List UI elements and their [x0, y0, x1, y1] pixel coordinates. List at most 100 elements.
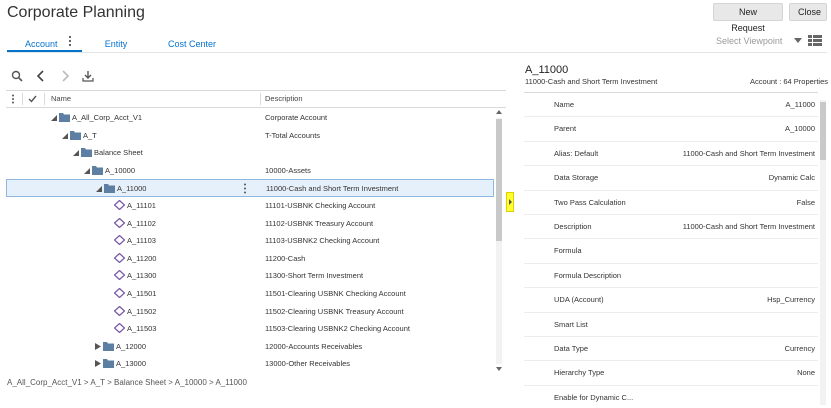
new-request-button[interactable]: New Request [713, 3, 783, 33]
property-row[interactable]: Description 11000-Cash and Short Term Inv… [524, 215, 818, 240]
property-name: Formula [554, 246, 582, 256]
row-description: 11101-USBNK Checking Account [265, 201, 376, 210]
tree-row[interactable]: A_11101 11101-USBNK Checking Account [6, 197, 494, 215]
expanded-triangle-icon[interactable] [96, 185, 102, 193]
tree-row[interactable]: A_11300 11300-Short Term Investment [6, 267, 494, 285]
column-header-name[interactable]: Name [51, 91, 71, 107]
tab-account[interactable]: Account [7, 30, 82, 52]
member-diamond-icon [114, 323, 125, 334]
property-row[interactable]: Hierarchy Type None [524, 361, 818, 386]
row-description: Corporate Account [265, 113, 328, 122]
property-name: Description [554, 222, 592, 231]
tree-row[interactable]: A_All_Corp_Acct_V1 Corporate Account [6, 109, 494, 127]
properties-scrollbar[interactable] [819, 100, 827, 405]
properties-list: Name A_11000 Parent A_10000 Alias: Default 11… [524, 92, 818, 408]
tree-row[interactable]: A_12000 12000-Accounts Receivables [6, 338, 494, 356]
collapsed-triangle-icon[interactable] [95, 342, 101, 350]
property-value: Currency [784, 344, 815, 353]
row-name: A_11103 [127, 236, 156, 246]
expanded-triangle-icon[interactable] [84, 167, 90, 174]
tree-row[interactable]: A_11103 11103-USBNK2 Checking Account [6, 232, 494, 250]
folder-icon [70, 130, 81, 140]
caret-down-icon[interactable] [794, 38, 802, 44]
tree-row[interactable]: A_11102 11102-USBNK Treasury Account [6, 215, 494, 233]
scroll-up-icon[interactable] [496, 109, 502, 115]
property-row[interactable]: Enable for Dynamic C... [524, 386, 818, 408]
row-description: 10000-Assets [265, 165, 311, 175]
checkmark-icon[interactable] [28, 95, 37, 103]
tree-row[interactable]: A_11200 11200-Cash [6, 250, 494, 268]
tree-row[interactable]: Balance Sheet [6, 144, 494, 162]
column-separator [44, 93, 45, 105]
property-name: Smart List [554, 319, 588, 329]
member-diamond-icon [114, 235, 125, 246]
scrollbar-thumb[interactable] [820, 102, 826, 160]
property-value: 11000-Cash and Short Term Investment [682, 222, 815, 231]
tabs-divider [7, 52, 827, 53]
chevron-left-icon[interactable] [35, 70, 47, 82]
expanded-triangle-icon[interactable] [73, 149, 79, 157]
column-separator [22, 93, 23, 105]
property-row[interactable]: Formula Description [524, 264, 818, 289]
property-row[interactable]: Name A_11000 [524, 93, 818, 118]
folder-icon [103, 341, 114, 351]
property-name: Two Pass Calculation [554, 197, 626, 207]
expanded-triangle-icon[interactable] [51, 114, 57, 121]
row-description: 11502-Clearing USBNK Treasury Account [265, 306, 404, 316]
folder-icon [59, 113, 70, 122]
close-button[interactable]: Close [789, 3, 827, 21]
expanded-triangle-icon[interactable] [62, 132, 68, 139]
row-name: A_11101 [127, 201, 156, 210]
breadcrumb: A_All_Corp_Acct_V1 > A_T > Balance Sheet… [7, 378, 247, 387]
scroll-down-icon[interactable] [496, 366, 502, 372]
property-value: A_11000 [785, 100, 815, 109]
kebab-menu-icon[interactable] [67, 35, 73, 47]
row-name: A_11300 [127, 271, 157, 281]
row-name: A_11102 [127, 218, 156, 228]
tree-row[interactable]: A_11501 11501-Clearing USBNK Checking Acc… [6, 285, 494, 303]
property-row[interactable]: Smart List [524, 313, 818, 337]
panel-splitter[interactable] [506, 192, 514, 212]
property-name: Name [554, 100, 575, 109]
tree-row[interactable]: A_T T-Total Accounts [6, 127, 494, 145]
property-name: Parent [554, 124, 577, 134]
tree-row[interactable]: A_13000 13000-Other Receivables [6, 355, 494, 373]
tree-row[interactable]: A_10000 10000-Assets [6, 162, 494, 180]
property-row[interactable]: Data Type Currency [524, 337, 818, 362]
property-row[interactable]: Parent A_10000 [524, 117, 818, 142]
kebab-menu-icon[interactable] [11, 94, 15, 104]
chevron-right-icon[interactable] [59, 70, 71, 82]
row-description: 11501-Clearing USBNK Checking Account [265, 289, 406, 298]
property-value: False [796, 197, 815, 207]
tab-cost-center[interactable]: Cost Center [167, 30, 217, 52]
tree-row[interactable]: A_11000 11000-Cash and Short Term Investm… [6, 179, 494, 197]
select-viewpoint[interactable]: Select Viewpoint [716, 36, 782, 46]
grid-view-icon[interactable] [808, 35, 822, 46]
download-icon[interactable] [82, 70, 94, 82]
grid-body: A_All_Corp_Acct_V1 Corporate Account A_T T-… [6, 109, 496, 375]
folder-icon [92, 165, 103, 175]
tree-row[interactable]: A_11502 11502-Clearing USBNK Treasury Acc… [6, 303, 494, 321]
scrollbar-thumb[interactable] [496, 119, 502, 241]
property-row[interactable]: UDA (Account) Hsp_Currency [524, 288, 818, 313]
tab-entity[interactable]: Entity [101, 30, 131, 52]
member-diamond-icon [114, 200, 125, 210]
grid-header: Name Description [6, 91, 506, 108]
row-name: A_10000 [105, 165, 136, 175]
row-name: Balance Sheet [94, 148, 143, 158]
row-description: 11200-Cash [265, 253, 306, 263]
folder-icon [104, 184, 115, 194]
property-row[interactable]: Alias: Default 11000-Cash and Short Term … [524, 142, 818, 167]
member-diamond-icon [114, 288, 125, 298]
properties-count: Account : 64 Properties [750, 77, 828, 86]
row-name: A_13000 [116, 359, 147, 369]
column-header-description[interactable]: Description [265, 91, 303, 107]
property-row[interactable]: Data Storage Dynamic Calc [524, 166, 818, 191]
property-row[interactable]: Two Pass Calculation False [524, 191, 818, 215]
kebab-menu-icon[interactable] [243, 183, 247, 194]
grid-scrollbar[interactable] [495, 108, 503, 374]
search-icon[interactable] [11, 70, 23, 82]
tree-row[interactable]: A_11503 11503-Clearing USBNK2 Checking Ac… [6, 320, 494, 338]
property-row[interactable]: Formula [524, 239, 818, 264]
collapsed-triangle-icon[interactable] [95, 360, 101, 368]
